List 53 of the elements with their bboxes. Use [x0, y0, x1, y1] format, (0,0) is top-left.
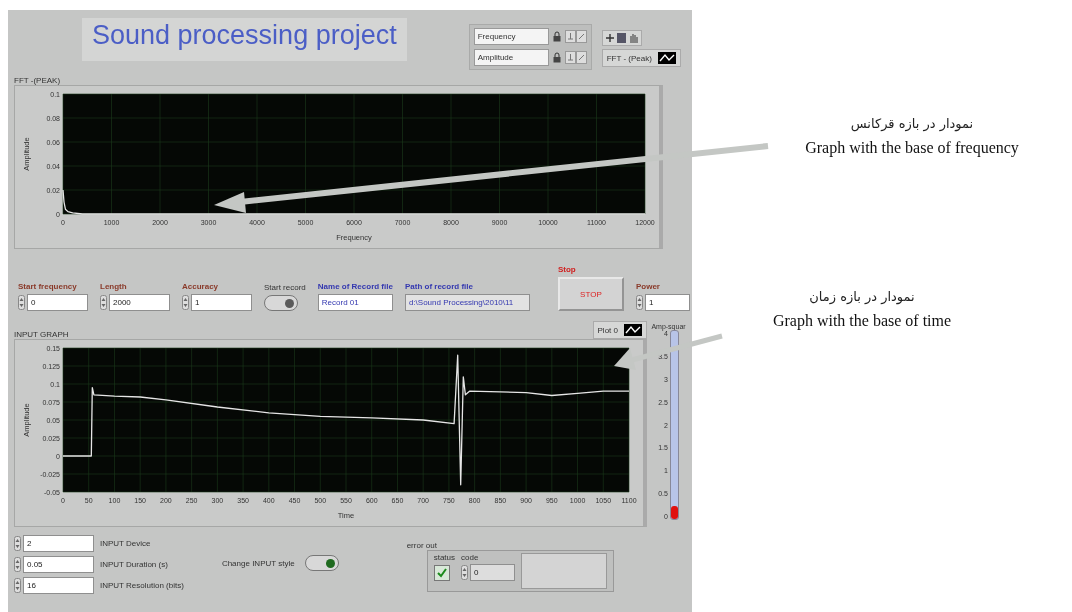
annotation-text: نمودار در بازه قرکانس: [850, 116, 974, 131]
code-field: 0: [470, 564, 515, 581]
numeric-field[interactable]: 1: [644, 294, 690, 311]
plot-legend[interactable]: FFT - (Peak): [601, 49, 681, 67]
panel-title: Sound processing project: [82, 18, 407, 61]
lock-icon[interactable]: [552, 31, 561, 42]
numeric-field[interactable]: 1: [191, 294, 252, 311]
annotation-text: نمودار در بازه زمان: [809, 289, 915, 304]
plot-style-icon[interactable]: [657, 52, 676, 64]
numeric-field[interactable]: 16: [23, 577, 94, 594]
lock-icon[interactable]: [552, 52, 561, 63]
format-icon[interactable]: [564, 51, 587, 64]
increment-arrows-icon[interactable]: [14, 578, 21, 593]
control-label: Path of record file: [404, 282, 473, 291]
numeric-field[interactable]: 0: [27, 294, 88, 311]
path-field[interactable]: d:\Sound Processing\2010\11: [404, 294, 530, 311]
control-label: INPUT Resolution (bits): [100, 581, 184, 590]
control-label: Stop: [557, 265, 576, 274]
increment-arrows-icon[interactable]: [14, 557, 21, 572]
control-label: Name of Record file: [317, 282, 393, 291]
format-icon[interactable]: [564, 30, 587, 43]
increment-arrows-icon[interactable]: [461, 565, 468, 580]
control-label: INPUT Duration (s): [100, 560, 168, 569]
plot-legend[interactable]: Plot 0: [592, 321, 647, 339]
annotation-text: Graph with the base of time: [772, 312, 952, 330]
graph-label: FFT -(PEAK): [14, 76, 62, 85]
toggle-switch[interactable]: [264, 295, 298, 311]
control-label: Change INPUT style: [221, 558, 295, 568]
control-label: Start record: [264, 283, 306, 292]
increment-arrows-icon[interactable]: [635, 295, 643, 310]
plot-style-icon[interactable]: [624, 324, 642, 336]
control-label: Length: [100, 282, 127, 291]
increment-arrows-icon[interactable]: [14, 536, 21, 551]
text-field[interactable]: Record 01: [317, 294, 393, 311]
control-label: code: [461, 553, 480, 562]
control-label: Power: [635, 282, 660, 291]
control-label: INPUT Device: [100, 539, 151, 548]
annotation-text: Graph with the base of frequency: [805, 139, 1019, 157]
control-label: Accuracy: [182, 282, 219, 291]
increment-arrows-icon[interactable]: [100, 295, 107, 310]
graph-label: INPUT GRAPH: [14, 330, 69, 339]
control-label: Start frequency: [18, 282, 77, 291]
scale-name-field: Amplitude: [473, 49, 549, 66]
increment-arrows-icon[interactable]: [182, 295, 189, 310]
graph-tools-icon[interactable]: [601, 30, 642, 46]
cluster-label: error out: [406, 541, 438, 550]
scale-name-field: Frequency: [473, 28, 549, 45]
control-label: status: [433, 553, 455, 562]
numeric-field[interactable]: 2: [23, 535, 94, 552]
numeric-field[interactable]: 2000: [109, 294, 170, 311]
numeric-field[interactable]: 0.05: [23, 556, 94, 573]
toggle-switch[interactable]: [304, 555, 339, 571]
increment-arrows-icon[interactable]: [18, 295, 25, 310]
